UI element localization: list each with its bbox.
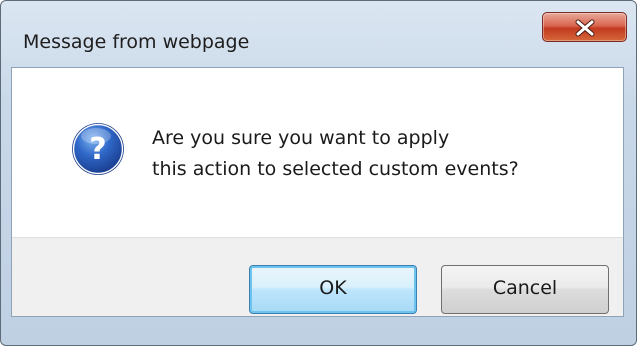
message-dialog: Message from webpage ? Are you sure you … xyxy=(0,0,637,346)
button-bar: OK Cancel xyxy=(12,237,623,316)
ok-button[interactable]: OK xyxy=(249,265,417,314)
close-icon xyxy=(575,19,595,37)
svg-text:?: ? xyxy=(89,132,106,167)
dialog-title: Message from webpage xyxy=(23,31,250,53)
cancel-button[interactable]: Cancel xyxy=(441,265,609,314)
dialog-body: ? Are you sure you want to apply this ac… xyxy=(11,67,624,317)
dialog-message: Are you sure you want to apply this acti… xyxy=(152,127,519,180)
title-bar[interactable]: Message from webpage xyxy=(1,1,636,53)
close-button[interactable] xyxy=(542,12,627,42)
message-area: ? Are you sure you want to apply this ac… xyxy=(12,68,623,237)
question-icon: ? xyxy=(72,123,124,175)
